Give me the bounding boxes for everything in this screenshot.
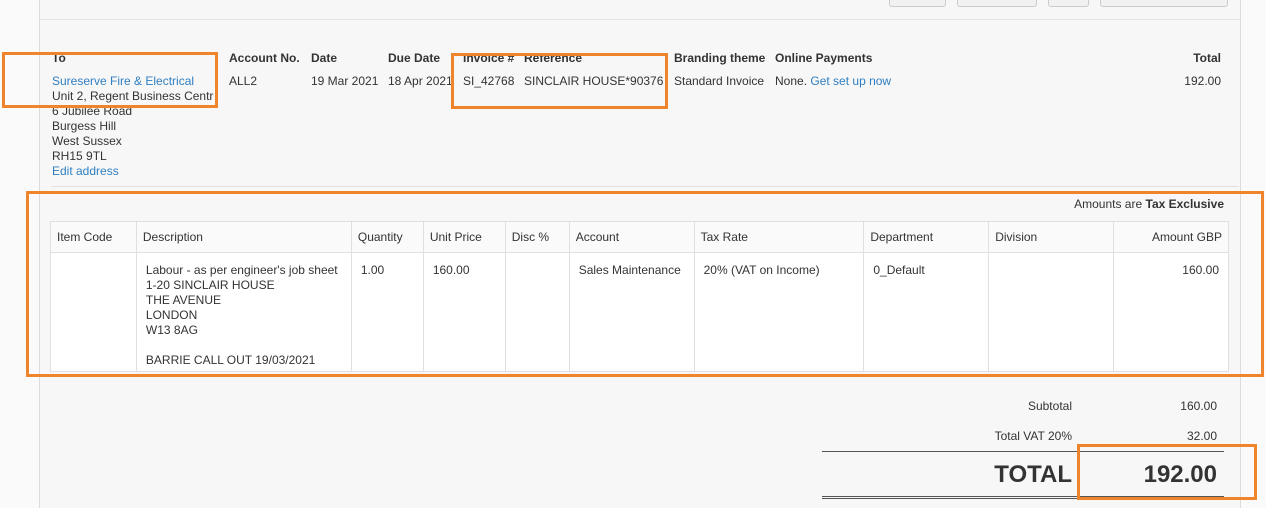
address-line: West Sussex [52, 134, 122, 148]
due-date-value: 18 Apr 2021 [388, 74, 453, 88]
get-set-up-link[interactable]: Get set up now [810, 74, 891, 88]
column-header-account: Account [568, 221, 695, 253]
total-value: 192.00 [1184, 74, 1221, 88]
date-value: 19 Mar 2021 [311, 74, 379, 88]
total-label: Total [1193, 51, 1221, 65]
cell-division[interactable] [988, 252, 1115, 372]
amounts-note: Amounts are Tax Exclusive [1074, 197, 1224, 211]
online-payments-label: Online Payments [775, 51, 873, 65]
address-line: RH15 9TL [52, 149, 107, 163]
column-header-discount: Disc % [504, 221, 570, 253]
column-header-quantity: Quantity [350, 221, 424, 253]
cell-item-code[interactable] [50, 252, 137, 372]
subtotal-value: 160.00 [1180, 399, 1217, 413]
total-vat-value: 32.00 [1186, 429, 1217, 443]
total-vat-label: Total VAT 20% [994, 429, 1072, 443]
cell-department[interactable]: 0_Default [863, 252, 990, 372]
toolbar-button-1[interactable] [889, 0, 946, 7]
address-line: Unit 2, Regent Business Centr [52, 89, 214, 103]
totals-double-rule [822, 496, 1224, 499]
grand-total-label: TOTAL [994, 461, 1072, 488]
column-header-amount: Amount GBP [1113, 221, 1229, 253]
account-no-value: ALL2 [229, 74, 258, 88]
description-line: BARRIE CALL OUT 19/03/2021 [145, 353, 316, 367]
column-header-description: Description [135, 221, 352, 253]
description-line: LONDON [145, 308, 198, 322]
section-divider [51, 186, 1239, 187]
contact-name-link[interactable]: Sureserve Fire & Electrical [52, 74, 194, 88]
cell-quantity[interactable]: 1.00 [350, 252, 424, 372]
cell-tax-rate[interactable]: 20% (VAT on Income) [693, 252, 865, 372]
to-label: To [52, 51, 66, 65]
reference-label: Reference [524, 51, 583, 65]
description-line: Labour - as per engineer's job sheet [145, 263, 338, 277]
address-line: 6 Jubilee Road [52, 104, 133, 118]
invoice-number-value: SI_42768 [463, 74, 515, 88]
toolbar-button-2[interactable] [957, 0, 1037, 7]
table-row[interactable]: Labour - as per engineer's job sheet 1-2… [50, 252, 1229, 372]
cell-discount[interactable] [504, 252, 570, 372]
cell-description[interactable]: Labour - as per engineer's job sheet 1-2… [135, 252, 352, 372]
column-header-division: Division [988, 221, 1115, 253]
branding-theme-value: Standard Invoice [674, 74, 765, 88]
description-line: THE AVENUE [145, 293, 222, 307]
table-header-row: Item Code Description Quantity Unit Pric… [50, 221, 1229, 253]
totals-divider [822, 451, 1224, 452]
online-payments-value: None. Get set up now [775, 74, 891, 88]
branding-theme-label: Branding theme [674, 51, 766, 65]
column-header-unit-price: Unit Price [422, 221, 506, 253]
description-line: 1-20 SINCLAIR HOUSE [145, 278, 275, 292]
line-items-table: Item Code Description Quantity Unit Pric… [50, 221, 1229, 372]
cell-account[interactable]: Sales Maintenance [568, 252, 695, 372]
cell-amount: 160.00 [1113, 252, 1229, 372]
reference-value: SINCLAIR HOUSE*90376 [524, 74, 664, 88]
online-payments-status: None. [775, 74, 808, 88]
subtotal-label: Subtotal [1027, 399, 1072, 413]
amounts-note-value: Tax Exclusive [1145, 197, 1225, 211]
grand-total-value: 192.00 [1143, 461, 1217, 488]
column-header-tax-rate: Tax Rate [693, 221, 865, 253]
toolbar [40, 0, 1240, 20]
toolbar-button-3[interactable] [1048, 0, 1089, 7]
invoice-number-label: Invoice # [463, 51, 515, 65]
edit-address-link[interactable]: Edit address [52, 164, 119, 178]
address-line: Burgess Hill [52, 119, 117, 133]
date-label: Date [311, 51, 338, 65]
due-date-label: Due Date [388, 51, 441, 65]
column-header-item-code: Item Code [50, 221, 137, 253]
description-line: W13 8AG [145, 323, 198, 337]
column-header-department: Department [863, 221, 990, 253]
description-line [146, 338, 342, 353]
cell-unit-price[interactable]: 160.00 [422, 252, 506, 372]
account-no-label: Account No. [229, 51, 300, 65]
toolbar-button-4[interactable] [1100, 0, 1228, 7]
amounts-note-prefix: Amounts are [1074, 197, 1143, 211]
